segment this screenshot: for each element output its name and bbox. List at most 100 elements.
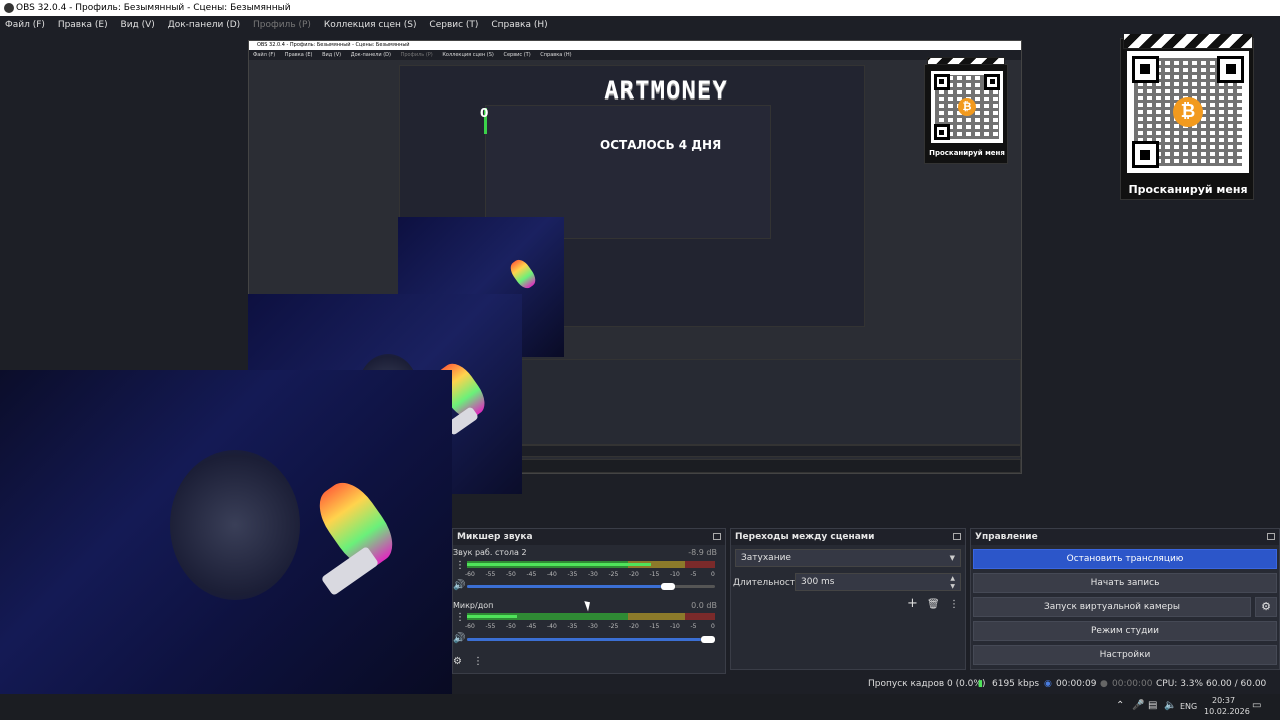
dock-area: Микшер звука Звук раб. стола 2 -8.9 dB ⋮… (452, 494, 1280, 674)
transitions-title-bar: Переходы между сценами (731, 529, 965, 545)
stream-icon: ◉ (1044, 679, 1052, 689)
mixer-meter-fill (467, 563, 651, 566)
obs-app-icon (4, 3, 14, 13)
mixer-tick-label: -50 (506, 623, 516, 630)
mixer-tick-label: -45 (526, 623, 537, 630)
mixer-channel-name: Микр/доп (453, 601, 494, 610)
virtual-camera-button[interactable]: Запуск виртуальной камеры (973, 597, 1251, 617)
speaker-icon[interactable]: 🔊 (453, 634, 465, 644)
nested-menu-edit: Правка (E) (284, 52, 313, 58)
menu-help[interactable]: Справка (H) (486, 16, 552, 34)
qr-caption: Просканируй меня (1128, 183, 1248, 196)
mixer-title-bar: Микшер звука (453, 529, 725, 545)
qr-card-small: ₿ Просканируй меня (924, 57, 1008, 164)
studio-mode-button[interactable]: Режим студии (973, 621, 1277, 641)
duration-value: 300 ms (801, 577, 835, 587)
menu-profile[interactable]: Профиль (P) (248, 16, 316, 34)
webcam-feed (0, 370, 452, 720)
spin-arrows-icon[interactable]: ▲ ▼ (950, 575, 955, 591)
nested-menu-view: Вид (V) (322, 52, 342, 58)
dropped-frames: Пропуск кадров 0 (0.0%) (868, 679, 986, 689)
mixer-tick-label: -50 (506, 571, 516, 578)
gear-icon: ⚙ (1261, 600, 1271, 613)
mixer-channel-db: 0.0 dB (691, 601, 717, 610)
mixer-ticks: -60 -55 -50 -45 -40 -35 -30 -25 -20 -15 -10 -5 0 (465, 571, 732, 578)
volume-slider[interactable] (661, 583, 675, 590)
channel-menu-icon[interactable]: ⋮ (455, 613, 465, 623)
menu-edit[interactable]: Правка (E) (53, 16, 113, 34)
controls-title: Управление (975, 532, 1038, 542)
volume-fill (467, 585, 661, 588)
taskbar: ⌃ 🎤 ▤ 🔈 ENG 20:37 10.02.2026 ▭ (0, 694, 1280, 720)
mixer-tick-label: -55 (485, 571, 496, 578)
mixer-tick-label: -15 (649, 571, 660, 578)
volume-fill (467, 638, 701, 641)
mixer-title: Микшер звука (457, 532, 533, 542)
undock-icon[interactable] (953, 533, 961, 540)
network-icon[interactable]: ▤ (1148, 700, 1157, 711)
bitrate: 6195 kbps (992, 679, 1040, 689)
microphone-icon[interactable]: 🎤 (1132, 700, 1144, 711)
undock-icon[interactable] (1267, 533, 1275, 540)
speaker-icon[interactable]: 🔊 (453, 581, 465, 591)
nested-menu: Файл (F) Правка (E) Вид (V) Док-панели (… (249, 50, 1021, 60)
duration-label: Длительность (733, 578, 801, 588)
lamp-small (507, 256, 539, 292)
nested-dock (521, 359, 1021, 445)
person (170, 450, 300, 600)
trash-icon[interactable]: 🗑 (927, 600, 940, 610)
channel-menu-icon[interactable]: ⋮ (455, 561, 465, 571)
mixer-tick-label: -10 (670, 571, 680, 578)
chevron-down-icon: ▼ (949, 554, 955, 562)
controls-panel: Управление Остановить трансляцию Начать … (970, 528, 1280, 670)
volume-slider[interactable] (701, 636, 715, 643)
mixer-tick-label: -25 (608, 571, 619, 578)
mixer-tick-label: 0 (711, 623, 715, 630)
duration-spinbox[interactable]: 300 ms ▲ ▼ (795, 573, 961, 591)
nested-menu-file: Файл (F) (253, 52, 276, 58)
window-titlebar: OBS 32.0.4 - Профиль: Безымянный - Сцены… (0, 0, 1280, 16)
settings-button[interactable]: Настройки (973, 645, 1277, 665)
nested-statusbar (521, 445, 1021, 457)
mixer-tick-label: -35 (567, 571, 578, 578)
mixer-settings-icon[interactable]: ⚙ (453, 657, 462, 667)
mixer-tick-label: -30 (588, 571, 598, 578)
volume-icon[interactable]: 🔈 (1164, 700, 1176, 711)
more-icon[interactable]: ⋮ (949, 600, 959, 610)
transition-select[interactable]: Затухание ▼ (735, 549, 961, 567)
chevron-up-icon[interactable]: ⌃ (1116, 700, 1124, 711)
language-indicator[interactable]: ENG (1180, 702, 1197, 711)
mixer-tick-label: -40 (547, 571, 557, 578)
menu-docks[interactable]: Док-панели (D) (163, 16, 245, 34)
qr-code: ₿ (1127, 51, 1249, 173)
nested-menu-help: Справка (H) (540, 52, 572, 58)
mixer-tick-label: -30 (588, 623, 598, 630)
add-icon[interactable]: + (907, 597, 918, 610)
notification-icon[interactable]: ▭ (1252, 700, 1261, 711)
clock-date[interactable]: 10.02.2026 (1204, 707, 1250, 716)
undock-icon[interactable] (713, 533, 721, 540)
transitions-title: Переходы между сценами (735, 532, 875, 542)
menu-scene-collection[interactable]: Коллекция сцен (S) (319, 16, 422, 34)
menu-tools[interactable]: Сервис (T) (424, 16, 483, 34)
transition-value: Затухание (741, 553, 791, 563)
qr-caption-small: Просканируй меня (929, 149, 1005, 157)
virtual-camera-settings-button[interactable]: ⚙ (1255, 597, 1277, 617)
menu-bar: Файл (F) Правка (E) Вид (V) Док-панели (… (0, 16, 1280, 34)
mixer-tick-label: -10 (670, 623, 680, 630)
qr-card: ₿ Просканируй меня (1120, 34, 1254, 200)
menu-view[interactable]: Вид (V) (116, 16, 160, 34)
mixer-tick-label: -40 (547, 623, 557, 630)
stop-stream-button[interactable]: Остановить трансляцию (973, 549, 1277, 569)
mixer-tick-label: -55 (485, 623, 496, 630)
start-record-button[interactable]: Начать запись (973, 573, 1277, 593)
clapper-small (927, 57, 1005, 65)
menu-file[interactable]: Файл (F) (0, 16, 50, 34)
mixer-channel-db: -8.9 dB (688, 548, 717, 557)
nested-title: OBS 32.0.4 - Профиль: Безымянный - Сцены… (249, 41, 1021, 50)
window-title: OBS 32.0.4 - Профиль: Безымянный - Сцены… (16, 3, 291, 13)
mixer-menu-icon[interactable]: ⋮ (473, 657, 483, 667)
qr-code-small: ₿ (931, 71, 1003, 143)
clock-time[interactable]: 20:37 (1212, 696, 1235, 705)
signal-icon: ▮ (978, 679, 983, 689)
